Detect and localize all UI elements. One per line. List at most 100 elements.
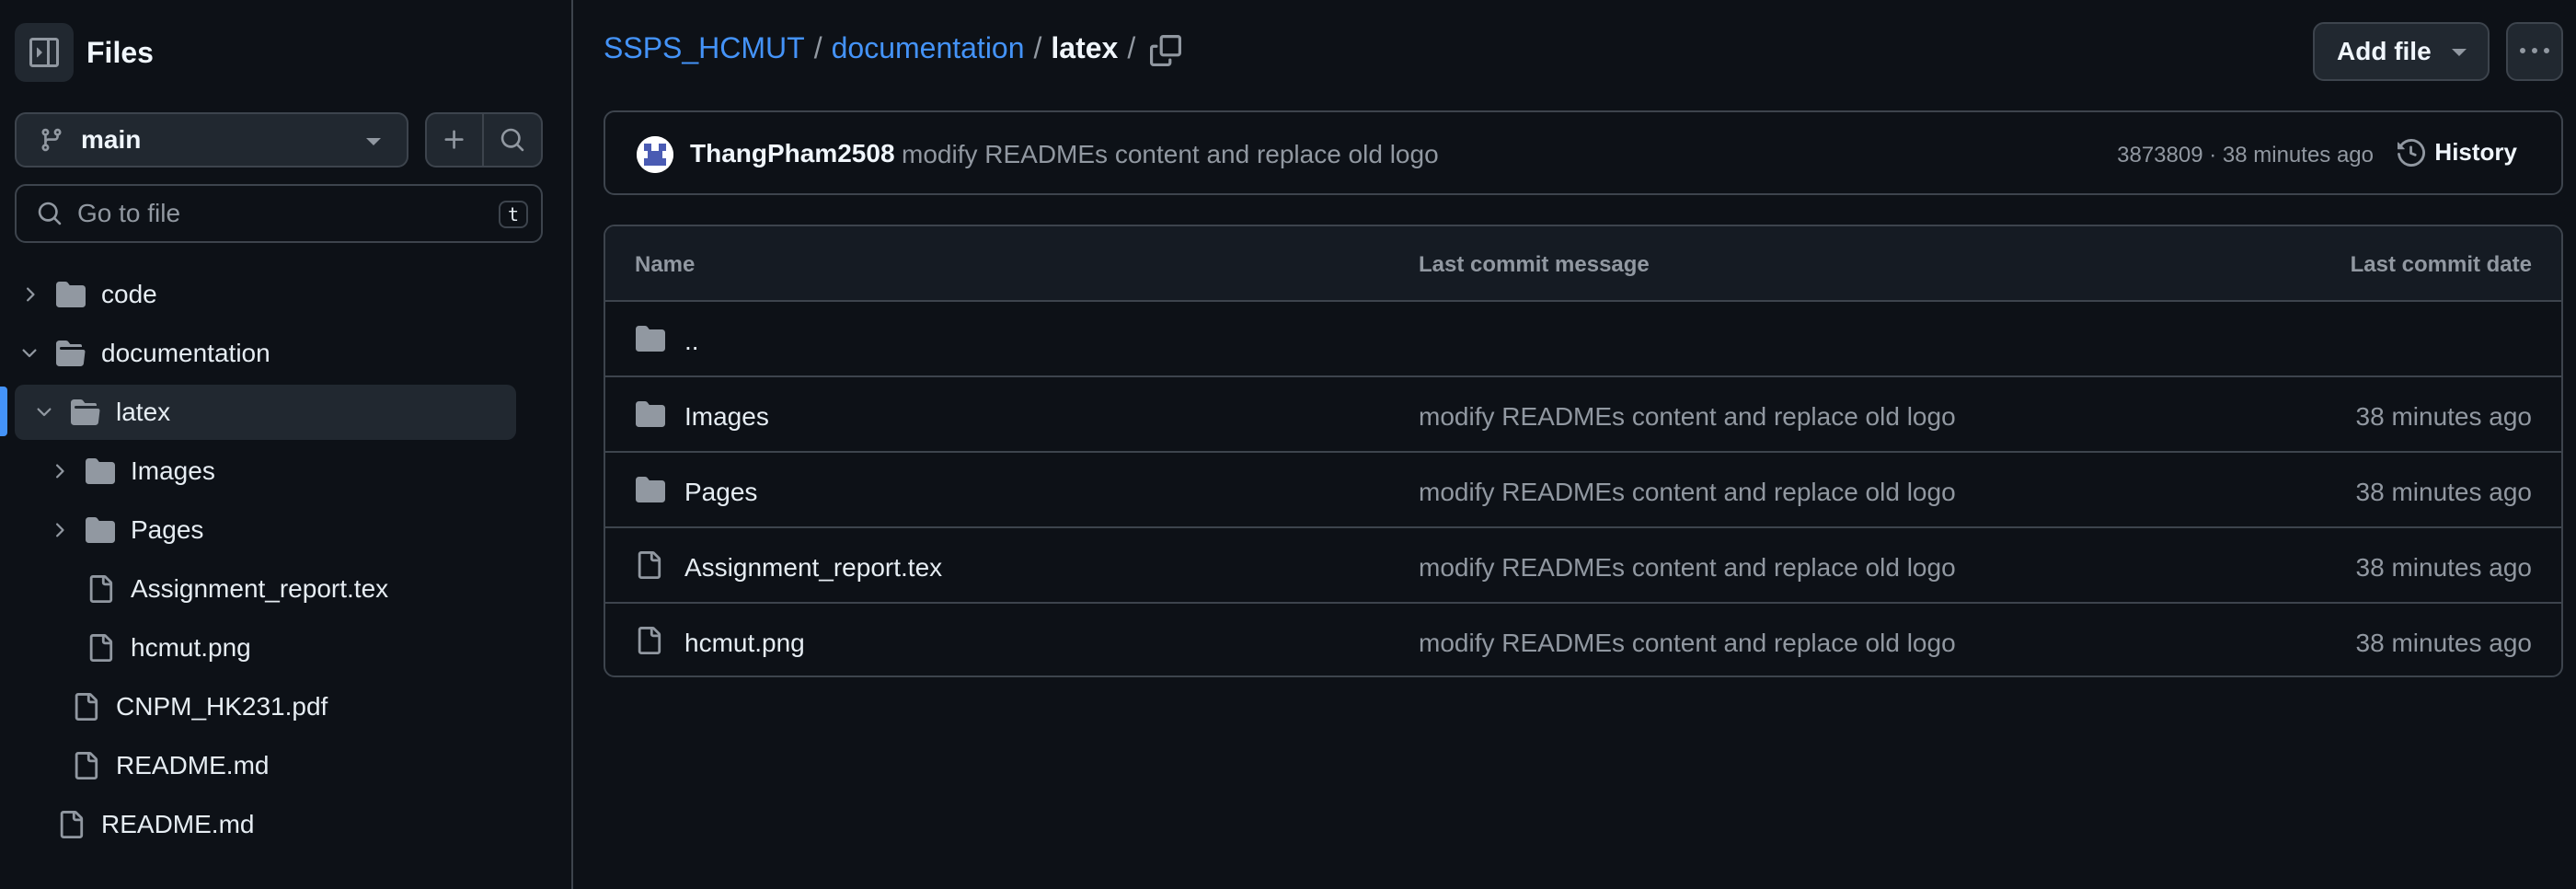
history-label: History xyxy=(2434,138,2517,166)
file-name-link[interactable]: Pages xyxy=(684,478,757,507)
file-icon xyxy=(638,627,661,654)
breadcrumb-separator: / xyxy=(1033,31,1042,64)
latest-commit-box: ThangPham2508 modify READMEs content and… xyxy=(604,110,2563,195)
tree-item-readme-documentation[interactable]: README.md xyxy=(15,738,516,793)
file-table: Name Last commit message Last commit dat… xyxy=(604,225,2563,677)
tree-item-code[interactable]: code xyxy=(15,267,516,322)
breadcrumb-separator: / xyxy=(1127,31,1136,64)
go-to-file-input[interactable]: Go to file t xyxy=(15,184,543,243)
sidebar-header: Files xyxy=(15,23,154,82)
tree-item-label: code xyxy=(101,280,157,308)
tree-item-label: README.md xyxy=(101,810,255,838)
add-file-button[interactable]: Add file xyxy=(2313,22,2490,81)
tree-item-label: Pages xyxy=(131,515,204,544)
breadcrumb-folder-link[interactable]: documentation xyxy=(832,31,1025,65)
add-file-icon-button[interactable] xyxy=(425,112,484,167)
plus-icon xyxy=(444,130,464,149)
breadcrumb: SSPS_HCMUT / documentation / latex / xyxy=(604,31,1144,65)
search-icon xyxy=(500,128,524,152)
copy-path-button[interactable] xyxy=(1150,35,1181,66)
commit-date: 38 minutes ago xyxy=(2355,553,2532,582)
file-icon xyxy=(89,634,113,662)
tree-item-label: CNPM_HK231.pdf xyxy=(116,692,328,721)
copy-icon xyxy=(1150,35,1181,66)
table-row-parent[interactable]: .. xyxy=(605,302,2561,377)
tree-item-hcmut-png[interactable]: hcmut.png xyxy=(15,620,516,675)
file-icon xyxy=(89,575,113,603)
column-header-name: Name xyxy=(635,252,696,277)
column-header-message: Last commit message xyxy=(1419,252,1650,277)
search-icon xyxy=(38,202,62,225)
commit-message-link[interactable]: modify READMEs content and replace old l… xyxy=(1419,402,1956,432)
tree-item-label: latex xyxy=(116,398,171,426)
chevron-right-icon xyxy=(56,523,64,537)
table-row[interactable]: Images modify READMEs content and replac… xyxy=(605,377,2561,453)
tree-item-label: README.md xyxy=(116,751,270,779)
sidebar-title: Files xyxy=(86,35,154,69)
search-button[interactable] xyxy=(484,112,543,167)
chevron-down-icon xyxy=(37,408,52,417)
commit-date: 38 minutes ago xyxy=(2355,629,2532,657)
chevron-down-icon xyxy=(22,349,37,358)
kebab-horizontal-icon xyxy=(2520,48,2549,53)
commit-hash-and-time[interactable]: 3873809 · 38 minutes ago xyxy=(2117,143,2374,168)
tree-item-images[interactable]: Images xyxy=(15,444,516,499)
keyboard-shortcut-hint: t xyxy=(499,201,528,228)
add-file-label: Add file xyxy=(2337,37,2432,65)
commit-date: 38 minutes ago xyxy=(2355,478,2532,506)
folder-open-icon xyxy=(71,399,100,425)
breadcrumb-separator: / xyxy=(813,31,822,64)
folder-icon xyxy=(86,458,115,484)
tree-item-assignment-report[interactable]: Assignment_report.tex xyxy=(15,561,516,617)
avatar[interactable] xyxy=(637,136,673,173)
chevron-down-icon xyxy=(366,138,381,145)
file-icon xyxy=(75,752,98,779)
active-item-indicator xyxy=(0,387,7,436)
chevron-down-icon xyxy=(2452,49,2467,56)
go-to-file-placeholder: Go to file xyxy=(77,199,181,227)
folder-open-icon xyxy=(56,341,86,366)
tree-item-latex[interactable]: latex xyxy=(15,385,516,440)
folder-icon xyxy=(636,477,665,502)
commit-message-link[interactable]: modify READMEs content and replace old l… xyxy=(1419,629,1956,658)
folder-icon xyxy=(86,517,115,543)
branch-name: main xyxy=(81,125,142,154)
file-name-link[interactable]: Assignment_report.tex xyxy=(684,553,942,583)
file-tree-sidebar: Files main Go to file t code documentati… xyxy=(0,0,573,889)
tree-item-readme-root[interactable]: README.md xyxy=(15,797,516,852)
sidebar-collapse-icon xyxy=(29,38,59,67)
folder-icon xyxy=(636,401,665,427)
file-icon xyxy=(60,811,84,838)
tree-item-label: documentation xyxy=(101,339,270,367)
tree-item-pages[interactable]: Pages xyxy=(15,502,516,558)
file-icon xyxy=(75,693,98,721)
tree-item-documentation[interactable]: documentation xyxy=(15,326,516,381)
tree-item-label: Assignment_report.tex xyxy=(131,574,389,603)
file-name-link[interactable]: hcmut.png xyxy=(684,629,805,658)
commit-author-link[interactable]: ThangPham2508 xyxy=(690,139,895,168)
breadcrumb-current: latex xyxy=(1051,31,1119,64)
commit-date: 38 minutes ago xyxy=(2355,402,2532,431)
file-name-link[interactable]: Images xyxy=(684,402,769,432)
commit-message-link[interactable]: modify READMEs content and replace old l… xyxy=(1419,478,1956,507)
commit-message-link[interactable]: modify READMEs content and replace old l… xyxy=(1419,553,1956,583)
table-row[interactable]: hcmut.png modify READMEs content and rep… xyxy=(605,604,2561,675)
history-button[interactable]: History xyxy=(2398,138,2517,167)
folder-icon xyxy=(56,282,86,307)
file-icon xyxy=(638,551,661,579)
branch-selector[interactable]: main xyxy=(15,112,408,167)
table-row[interactable]: Pages modify READMEs content and replace… xyxy=(605,453,2561,528)
collapse-sidebar-button[interactable] xyxy=(15,23,74,82)
more-options-button[interactable] xyxy=(2506,22,2563,81)
tree-item-cnpm-pdf[interactable]: CNPM_HK231.pdf xyxy=(15,679,516,734)
folder-icon xyxy=(636,326,665,352)
table-row[interactable]: Assignment_report.tex modify READMEs con… xyxy=(605,528,2561,604)
history-icon xyxy=(2398,138,2426,167)
breadcrumb-repo-link[interactable]: SSPS_HCMUT xyxy=(604,31,805,65)
parent-directory-link[interactable]: .. xyxy=(684,327,699,356)
avatar-identicon-icon xyxy=(637,136,673,173)
tree-item-label: hcmut.png xyxy=(131,633,251,662)
chevron-right-icon xyxy=(56,464,64,479)
git-branch-icon xyxy=(41,128,62,152)
commit-message-link[interactable]: modify READMEs content and replace old l… xyxy=(902,140,1439,169)
